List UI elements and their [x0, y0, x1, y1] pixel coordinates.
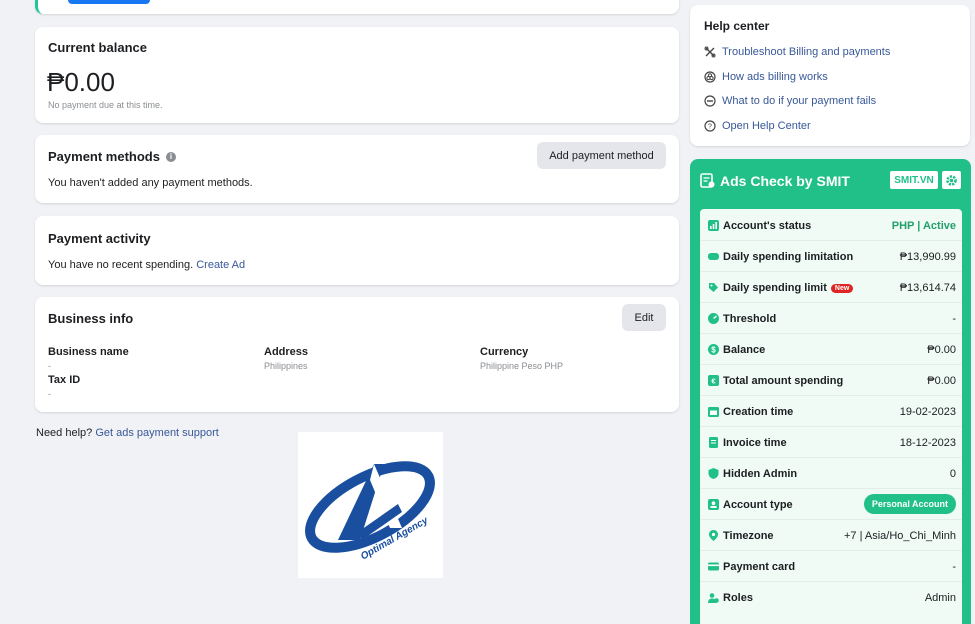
primary-button[interactable]: [68, 0, 150, 4]
gauge-icon: [708, 313, 719, 324]
help-item-payment-fails[interactable]: What to do if your payment fails: [704, 95, 876, 107]
business-name-value: -: [48, 361, 51, 371]
help-item-open-help-center[interactable]: ? Open Help Center: [704, 120, 811, 132]
balance-note: No payment due at this time.: [48, 100, 163, 110]
smit-vn-badge[interactable]: SMIT.VN: [890, 171, 938, 189]
row-account-type: Account type Personal Account: [700, 489, 962, 520]
users-icon: [708, 593, 719, 603]
optimal-agency-logo: Optimal Agency: [298, 432, 443, 578]
business-info-title: Business info: [48, 311, 134, 326]
coins-icon: [704, 71, 716, 83]
help-item-billing-works[interactable]: How ads billing works: [704, 71, 828, 83]
row-creation-time: Creation time 19-02-2023: [700, 396, 962, 427]
balance-amount: ₱0.00: [47, 67, 115, 97]
payment-methods-title: Payment methods i: [48, 149, 176, 164]
dollar-icon: $: [708, 344, 719, 355]
credit-card-icon: [708, 562, 719, 571]
row-balance: $ Balance ₱0.00: [700, 334, 962, 365]
question-circle-icon: ?: [704, 120, 716, 132]
tax-id-label: Tax ID: [48, 374, 81, 386]
help-item-troubleshoot[interactable]: Troubleshoot Billing and payments: [704, 46, 890, 58]
balance-title: Current balance: [48, 40, 147, 55]
row-roles: Roles Admin: [700, 582, 962, 613]
create-ad-link[interactable]: Create Ad: [196, 259, 245, 271]
address-label: Address: [264, 346, 309, 358]
row-daily-spending-limitation: Daily spending limitation ₱13,990.99: [700, 241, 962, 272]
ads-check-body: Account's status PHP | Active Daily spen…: [700, 209, 962, 624]
payment-methods-empty: You haven't added any payment methods.: [48, 177, 253, 189]
row-invoice-time: Invoice time 18-12-2023: [700, 427, 962, 458]
tools-icon: [704, 46, 716, 58]
row-timezone: Timezone +7 | Asia/Ho_Chi_Minh: [700, 520, 962, 551]
row-hidden-admin: Hidden Admin 0: [700, 458, 962, 489]
location-icon: [709, 530, 718, 541]
minus-circle-icon: [704, 95, 716, 107]
tax-id-value: -: [48, 389, 51, 399]
calendar-icon: [708, 407, 719, 417]
address-value: Philippines: [264, 361, 308, 371]
payment-methods-card: Payment methods i You haven't added any …: [35, 135, 679, 203]
row-account-status: Account's status PHP | Active: [700, 210, 962, 241]
help-center-card: Help center Troubleshoot Billing and pay…: [690, 5, 970, 146]
need-help: Need help? Get ads payment support: [36, 427, 219, 439]
top-partial-card: [35, 0, 679, 14]
row-payment-card: Payment card -: [700, 551, 962, 582]
tag-icon: [709, 283, 718, 292]
row-threshold: Threshold -: [700, 303, 962, 334]
currency-label: Currency: [480, 346, 529, 358]
info-icon[interactable]: i: [165, 151, 176, 162]
id-card-icon: [708, 499, 719, 510]
invoice-icon: [709, 437, 718, 448]
svg-text:$: $: [711, 345, 716, 354]
payment-activity-card: Payment activity You have no recent spen…: [35, 216, 679, 285]
chart-icon: [708, 220, 719, 231]
current-balance-card: Current balance ₱0.00 No payment due at …: [35, 27, 679, 123]
document-check-icon: [700, 173, 715, 188]
ads-payment-support-link[interactable]: Get ads payment support: [95, 427, 219, 439]
shield-icon: [708, 468, 719, 479]
ads-check-panel: Ads Check by SMIT SMIT.VN Account's stat…: [690, 159, 971, 624]
help-center-title: Help center: [704, 19, 770, 33]
add-payment-method-button[interactable]: Add payment method: [537, 142, 666, 169]
ads-check-title: Ads Check by SMIT: [720, 173, 850, 189]
new-badge: New: [830, 283, 854, 293]
row-total-amount-spending: € Total amount spending ₱0.00: [700, 365, 962, 396]
logo-mark-icon: Optimal Agency: [305, 461, 435, 563]
currency-value: Philippine Peso PHP: [480, 361, 564, 371]
gear-icon[interactable]: [942, 171, 961, 189]
payment-activity-text: You have no recent spending. Create Ad: [48, 259, 246, 271]
payment-activity-title: Payment activity: [48, 231, 151, 246]
business-info-card: Business info Edit Business name - Addre…: [35, 297, 679, 412]
business-name-label: Business name: [48, 346, 129, 358]
svg-text:?: ?: [708, 124, 712, 131]
receipt-icon: €: [708, 375, 719, 386]
personal-account-pill: Personal Account: [863, 494, 956, 514]
row-daily-spending-limit: Daily spending limit New ₱13,614.74: [700, 272, 962, 303]
card-icon: [708, 253, 719, 260]
edit-button[interactable]: Edit: [622, 304, 666, 331]
